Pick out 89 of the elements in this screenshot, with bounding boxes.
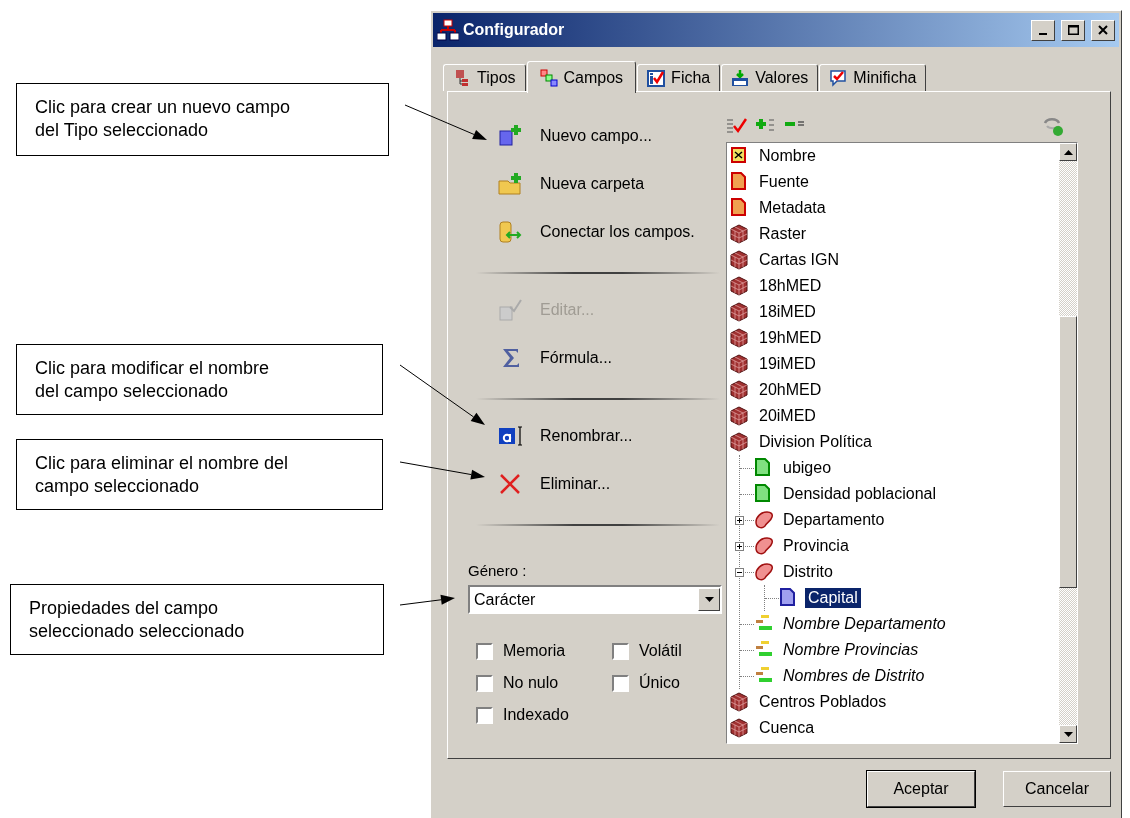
maximize-button[interactable]	[1061, 19, 1085, 41]
callout-text: Clic para modificar el nombre del campo seleccionado	[16, 344, 383, 415]
tab[interactable]: Minificha	[819, 64, 927, 91]
scroll-bar[interactable]	[1059, 143, 1077, 743]
minimize-icon	[1039, 33, 1047, 35]
cube-icon	[730, 380, 750, 400]
action-link[interactable]: Nueva carpeta	[498, 170, 645, 198]
cube-icon	[730, 224, 750, 244]
tree-item[interactable]: 19hMED	[756, 328, 825, 348]
tree-item[interactable]: Densidad poblacional	[780, 484, 939, 504]
cube-icon	[730, 302, 750, 322]
text-cursor-icon	[498, 424, 522, 448]
window-title: Configurador	[463, 21, 566, 39]
tree-item[interactable]: Departamento	[780, 510, 888, 530]
region-shape-icon	[754, 562, 774, 582]
speech-check-icon	[829, 69, 848, 87]
cube-icon	[730, 250, 750, 270]
checkbox-option[interactable]: Único	[612, 672, 680, 694]
check-list-icon[interactable]	[726, 117, 747, 135]
tab[interactable]: Ficha	[637, 64, 721, 91]
minimize-button[interactable]	[1031, 19, 1055, 41]
linked-squares-icon	[539, 68, 558, 87]
tree-item[interactable]: Cuenca	[756, 718, 818, 738]
region-shape-icon	[754, 510, 774, 530]
tree-item[interactable]: Provincia	[780, 536, 852, 556]
cube-stack-icon	[453, 69, 471, 87]
action-link[interactable]: Renombrar...	[498, 422, 633, 450]
tree-item[interactable]: 20hMED	[756, 380, 825, 400]
cube-icon	[730, 354, 750, 374]
cube-icon	[730, 406, 750, 426]
close-icon	[498, 472, 522, 496]
region-shape-icon	[754, 536, 774, 556]
tree-item[interactable]: Cartas IGN	[756, 250, 842, 270]
tree-item[interactable]: Metadata	[756, 198, 829, 218]
tab[interactable]: Tipos	[443, 64, 526, 91]
checkbox-option[interactable]: Memoria	[476, 640, 566, 662]
dialog-button[interactable]: Cancelar	[1003, 771, 1111, 807]
network-icon	[437, 19, 459, 41]
dropdown-arrow-icon	[704, 597, 714, 602]
action-link[interactable]: Conectar los campos.	[498, 218, 695, 246]
tree-item[interactable]: Nombres de Distrito	[780, 666, 928, 686]
field-label: Género :	[468, 562, 527, 579]
tree-item[interactable]: ubigeo	[780, 458, 835, 478]
tree-item[interactable]: Raster	[756, 224, 810, 244]
cube-icon	[730, 276, 750, 296]
close-icon	[1098, 25, 1108, 35]
cube-icon	[730, 692, 750, 712]
cube-icon	[730, 432, 750, 452]
expand-icon[interactable]	[735, 541, 744, 551]
dialog-button[interactable]: Aceptar	[867, 771, 975, 807]
action-link[interactable]: Nuevo campo...	[498, 122, 653, 150]
tab[interactable]: Campos	[526, 61, 637, 93]
tree-item[interactable]: Nombre Departamento	[780, 614, 949, 634]
field-plus-icon	[498, 124, 522, 148]
action-link[interactable]: Eliminar...	[498, 470, 611, 498]
tree-item[interactable]: Nombre Provincias	[780, 640, 922, 660]
cube-icon	[730, 328, 750, 348]
leader-line	[399, 594, 455, 606]
tree-item[interactable]: 18hMED	[756, 276, 825, 296]
tree-item[interactable]: Nombre	[756, 146, 819, 166]
checkbox-option[interactable]: Volátil	[612, 640, 682, 662]
tree-item[interactable]: Centros Poblados	[756, 692, 890, 712]
callout-text: Clic para crear un nuevo campo del Tipo seleccionado	[16, 83, 389, 156]
action-link[interactable]: Fórmula...	[498, 344, 612, 372]
tree-item[interactable]: Capital	[805, 588, 861, 608]
database-arrow-icon	[498, 220, 522, 244]
collapse-icon[interactable]	[735, 567, 744, 577]
maximize-icon	[1067, 25, 1079, 35]
folder-plus-icon	[498, 172, 522, 196]
tree-item[interactable]: Distrito	[780, 562, 836, 582]
tab[interactable]: Valores	[721, 64, 819, 91]
tree-item[interactable]: 18iMED	[756, 302, 819, 322]
tree-item[interactable]: Division Política	[756, 432, 875, 452]
tree-item[interactable]: 19iMED	[756, 354, 819, 374]
callout-text: Propiedades del campo seleccionado seleccionado	[10, 584, 384, 655]
info-check-icon	[647, 69, 666, 87]
callout-text: Clic para eliminar el nombre del campo seleccionado	[16, 439, 383, 510]
scroll-up-icon	[1063, 149, 1073, 155]
cube-icon	[730, 718, 750, 738]
checkbox-option[interactable]: No nulo	[476, 672, 559, 694]
tree-item[interactable]: Fuente	[756, 172, 812, 192]
genre-dropdown[interactable]: Carácter	[468, 585, 722, 614]
expand-icon[interactable]	[735, 515, 744, 525]
close-button[interactable]	[1091, 19, 1115, 41]
checkbox-option[interactable]: Indexado	[476, 704, 569, 726]
tree-item[interactable]: 20iMED	[756, 406, 819, 426]
scroll-down-icon	[1063, 731, 1073, 737]
download-tray-icon	[731, 69, 750, 87]
edit-check-icon	[498, 298, 522, 322]
